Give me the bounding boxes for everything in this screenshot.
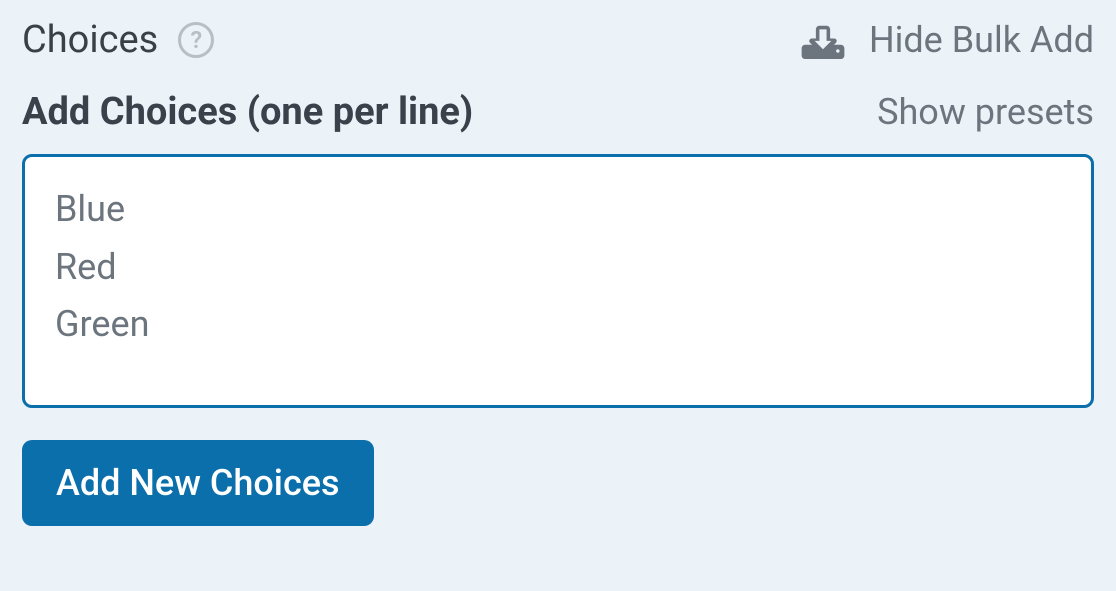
choices-textarea[interactable] bbox=[22, 154, 1094, 408]
header-left: Choices ? bbox=[22, 18, 214, 62]
add-new-choices-button[interactable]: Add New Choices bbox=[22, 440, 374, 526]
choices-title: Choices bbox=[22, 18, 158, 62]
add-choices-label: Add Choices (one per line) bbox=[22, 90, 473, 134]
upload-icon bbox=[801, 21, 845, 59]
hide-bulk-add-label: Hide Bulk Add bbox=[869, 19, 1094, 61]
hide-bulk-add-button[interactable]: Hide Bulk Add bbox=[801, 19, 1094, 61]
header-row: Choices ? Hide Bulk Add bbox=[22, 18, 1094, 62]
choices-textarea-wrap bbox=[22, 154, 1094, 412]
show-presets-link[interactable]: Show presets bbox=[877, 91, 1094, 133]
subheader-row: Add Choices (one per line) Show presets bbox=[22, 90, 1094, 134]
help-icon[interactable]: ? bbox=[178, 22, 214, 58]
